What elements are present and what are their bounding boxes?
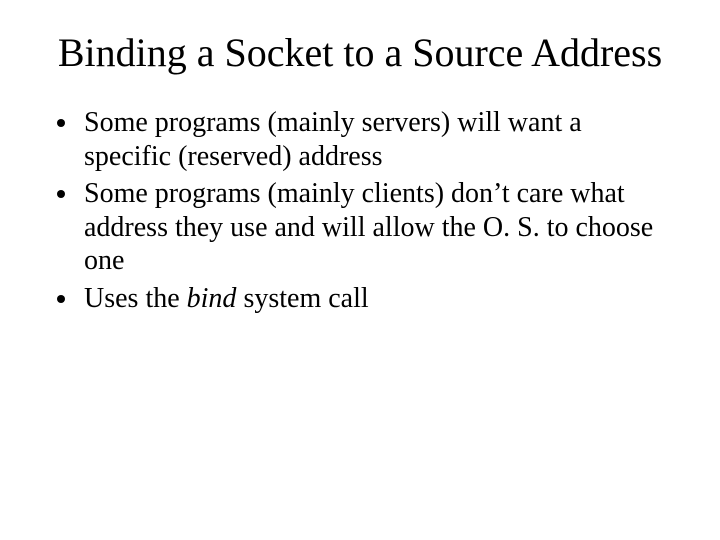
bullet-text: Some programs (mainly clients) don’t car… <box>84 178 653 276</box>
list-item: Some programs (mainly clients) don’t car… <box>80 177 670 278</box>
slide-title: Binding a Socket to a Source Address <box>50 30 670 76</box>
list-item: Some programs (mainly servers) will want… <box>80 106 670 173</box>
bullet-text-prefix: Uses the <box>84 283 187 314</box>
list-item: Uses the bind system call <box>80 282 670 316</box>
bullet-list: Some programs (mainly servers) will want… <box>50 106 670 316</box>
slide: Binding a Socket to a Source Address Som… <box>0 0 720 540</box>
bullet-text: Some programs (mainly servers) will want… <box>84 107 582 172</box>
bullet-text-italic: bind <box>187 283 237 314</box>
bullet-text-suffix: system call <box>236 283 368 314</box>
